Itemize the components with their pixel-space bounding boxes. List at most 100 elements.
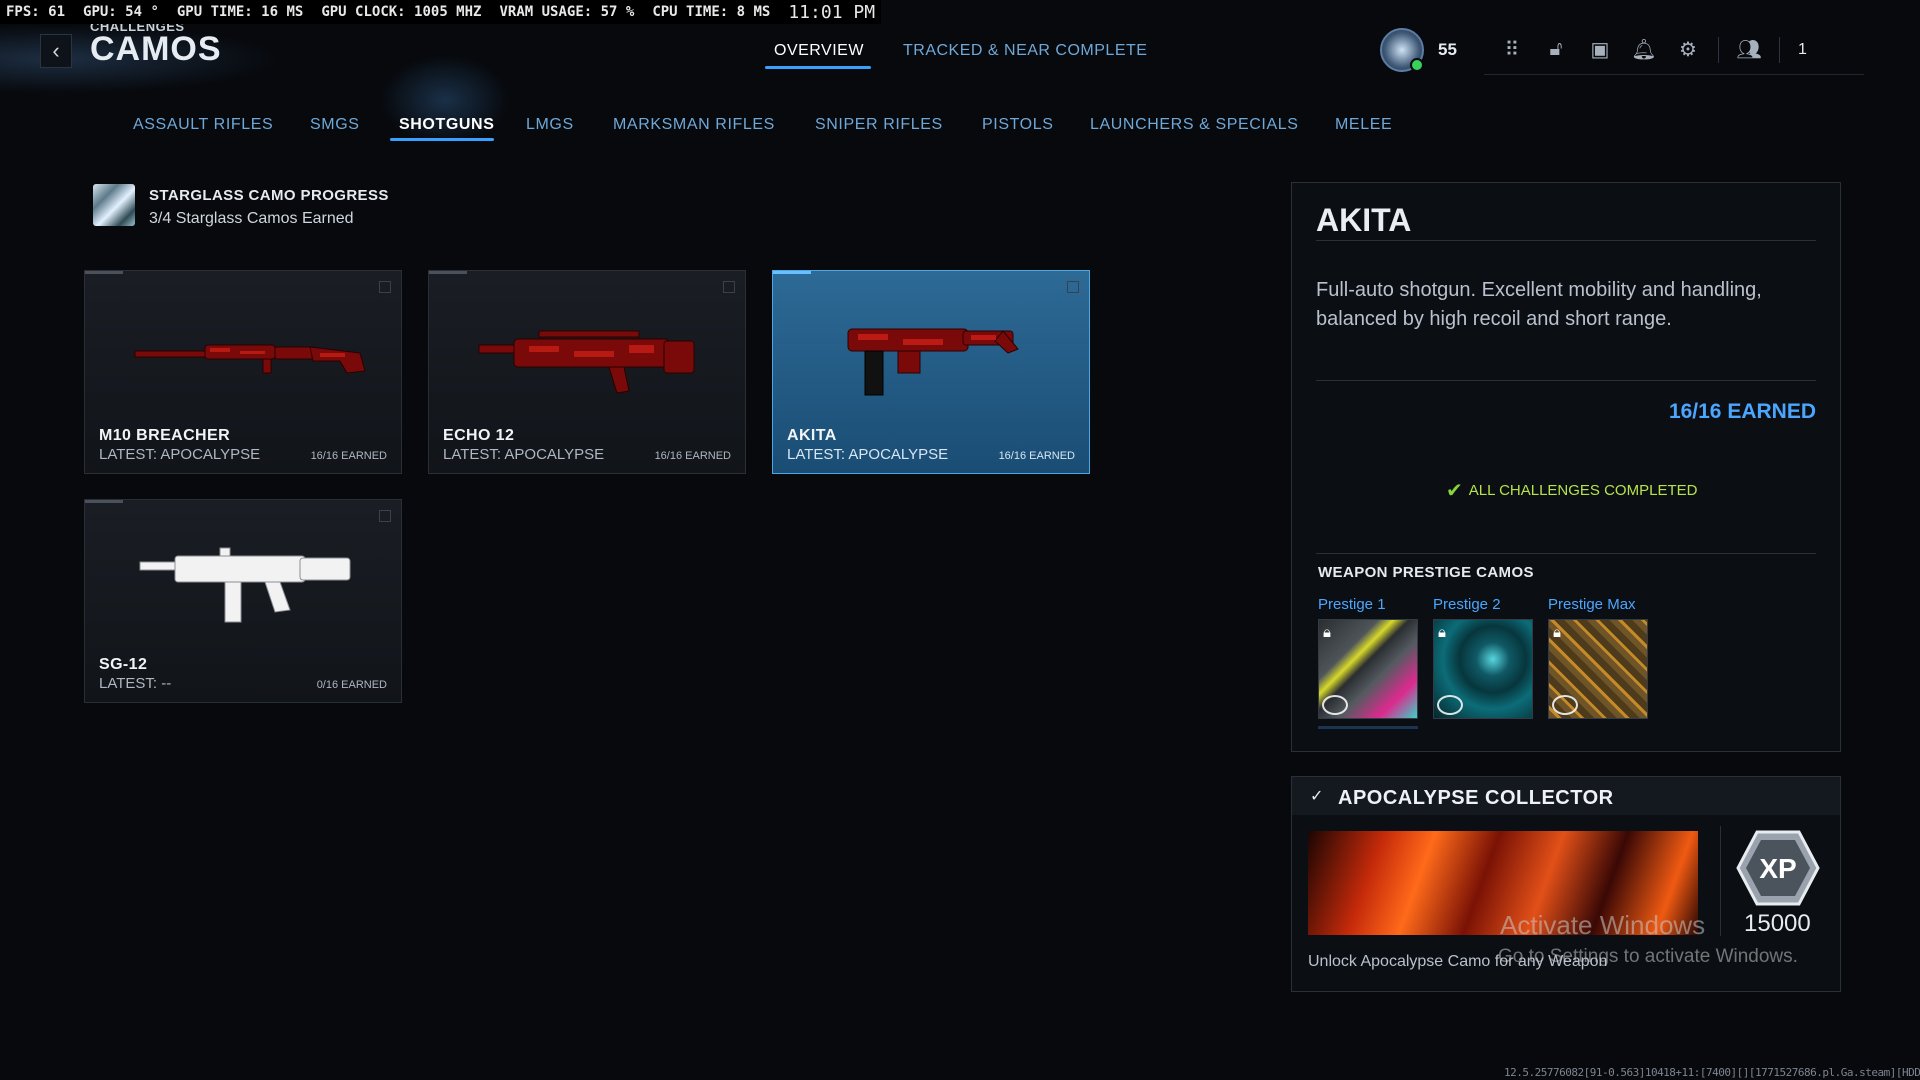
tab-tracked-near-complete[interactable]: TRACKED & NEAR COMPLETE (903, 42, 1147, 60)
category-tab-assault-rifles[interactable]: ASSAULT RIFLES (133, 116, 273, 134)
prestige-2-label: Prestige 2 (1433, 596, 1501, 613)
prestige-2-camo[interactable]: 🔒︎ (1433, 619, 1533, 719)
weapon-card-akita[interactable]: AKITA LATEST: APOCALYPSE 16/16 EARNED (772, 270, 1090, 474)
prestige-1-label: Prestige 1 (1318, 596, 1386, 613)
starglass-camo-icon (93, 184, 135, 226)
player-level: 55 (1438, 40, 1457, 59)
gpu-temp-readout: GPU: 54 ° (83, 4, 159, 20)
fps-readout: FPS: 61 (6, 4, 66, 20)
starglass-progress: 3/4 Starglass Camos Earned (149, 210, 354, 227)
cpu-time-readout: CPU TIME: 8 MS (652, 4, 771, 20)
card-corner-icon (379, 281, 391, 293)
header-icon-strip: ⠿ 🔓︎ ▣ 🔔︎ ⚙ 👥︎ 1 (1484, 26, 1864, 75)
card-corner-icon (1067, 281, 1079, 293)
weapon-earned: 16/16 EARNED (998, 450, 1075, 462)
weapon-card-sg-12[interactable]: SG-12 LATEST: -- 0/16 EARNED (84, 499, 402, 703)
detail-weapon-name: AKITA (1316, 202, 1412, 238)
checkmark-icon: ✓ (1310, 788, 1324, 805)
detail-description: Full-auto shotgun. Excellent mobility an… (1316, 279, 1762, 330)
card-progress-line (429, 271, 467, 274)
card-progress-line (85, 271, 123, 274)
prestige-progress-bar (1318, 726, 1418, 729)
activate-windows-hint: Go to Settings to activate Windows. (1498, 946, 1798, 967)
build-version: 12.5.25776082[91-0.563]10418+11:[7400][]… (1504, 1066, 1920, 1079)
collector-title: APOCALYPSE COLLECTOR (1338, 787, 1614, 809)
card-corner-icon (723, 281, 735, 293)
camera-icon[interactable]: ▣ (1578, 37, 1622, 62)
challenges-status-label: ALL CHALLENGES COMPLETED (1468, 482, 1698, 499)
category-tab-pistols[interactable]: PISTOLS (982, 116, 1054, 134)
weapon-earned: 16/16 EARNED (654, 450, 731, 462)
prestige-1-camo[interactable]: 🔒︎ (1318, 619, 1418, 719)
card-corner-icon (379, 510, 391, 522)
weapon-earned: 16/16 EARNED (310, 450, 387, 462)
prestige-badge-icon (1322, 695, 1348, 715)
detail-earned: 16/16 EARNED (1668, 400, 1816, 423)
vram-readout: VRAM USAGE: 57 % (499, 4, 635, 20)
page-title: CAMOS (90, 30, 222, 68)
gpu-clock-readout: GPU CLOCK: 1005 MHZ (321, 4, 482, 20)
lock-icon: 🔒︎ (1553, 624, 1561, 641)
party-count: 1 (1798, 40, 1807, 58)
checkmark-icon: ✔ (1446, 480, 1463, 502)
bell-icon[interactable]: 🔔︎ (1622, 37, 1666, 62)
header-toolbar: 55 ⠿ 🔓︎ ▣ 🔔︎ ⚙ 👥︎ 1 (1380, 26, 1864, 75)
tab-overview-indicator (765, 66, 871, 69)
card-progress-line (773, 271, 811, 274)
category-tab-lmgs[interactable]: LMGS (526, 116, 574, 134)
weapon-latest-camo: LATEST: -- (99, 675, 172, 692)
prestige-max-label: Prestige Max (1548, 596, 1636, 613)
weapon-card-m10-breacher[interactable]: M10 BREACHER LATEST: APOCALYPSE 16/16 EA… (84, 270, 402, 474)
card-progress-line (85, 500, 123, 503)
echo-12-image (478, 330, 695, 394)
weapon-name: M10 BREACHER (99, 427, 231, 444)
xp-reward-amount: 15000 (1744, 910, 1811, 937)
weapon-name: SG-12 (99, 656, 148, 673)
lock-icon: 🔒︎ (1323, 624, 1331, 641)
divider (1316, 240, 1816, 241)
party-icon[interactable]: 👥︎ (1727, 37, 1771, 62)
gpu-time-readout: GPU TIME: 16 MS (176, 4, 304, 20)
toolbar-divider (1718, 36, 1719, 63)
chevron-left-icon: ‹ (52, 38, 60, 63)
lock-icon: 🔒︎ (1438, 624, 1446, 641)
back-button[interactable]: ‹ (40, 34, 72, 68)
weapon-name: ECHO 12 (443, 427, 515, 444)
tab-overview[interactable]: OVERVIEW (774, 42, 864, 60)
toolbar-divider (1779, 36, 1780, 63)
xp-badge-icon: XP (1736, 830, 1820, 906)
gear-icon[interactable]: ⚙ (1666, 37, 1710, 62)
player-avatar[interactable] (1380, 28, 1424, 72)
prestige-camos-title: WEAPON PRESTIGE CAMOS (1318, 564, 1534, 581)
divider (1316, 380, 1816, 381)
weapon-latest-camo: LATEST: APOCALYPSE (99, 446, 261, 463)
xp-label: XP (1759, 853, 1796, 884)
category-tab-melee[interactable]: MELEE (1335, 116, 1392, 134)
category-tab-marksman-rifles[interactable]: MARKSMAN RIFLES (613, 116, 775, 134)
weapon-earned: 0/16 EARNED (316, 679, 387, 691)
prestige-badge-icon (1437, 695, 1463, 715)
divider (1720, 826, 1721, 936)
clock: 11:01 PM (788, 1, 876, 23)
weapon-latest-camo: LATEST: APOCALYPSE (787, 446, 949, 463)
activate-windows-watermark: Activate Windows (1500, 910, 1706, 940)
akita-image (847, 328, 1019, 396)
weapon-latest-camo: LATEST: APOCALYPSE (443, 446, 605, 463)
prestige-max-camo[interactable]: 🔒︎ (1548, 619, 1648, 719)
weapon-card-echo-12[interactable]: ECHO 12 LATEST: APOCALYPSE 16/16 EARNED (428, 270, 746, 474)
weapon-name: AKITA (787, 427, 837, 444)
prestige-badge-icon (1552, 695, 1578, 715)
category-active-indicator (390, 138, 494, 141)
m10-breacher-image (134, 344, 366, 374)
performance-overlay: FPS: 61 GPU: 54 ° GPU TIME: 16 MS GPU CL… (0, 0, 882, 24)
online-status-dot (1410, 58, 1424, 72)
unlock-icon[interactable]: 🔓︎ (1534, 38, 1578, 61)
category-tab-sniper-rifles[interactable]: SNIPER RIFLES (815, 116, 943, 134)
category-tab-shotguns[interactable]: SHOTGUNS (399, 116, 494, 134)
category-tab-launchers-specials[interactable]: LAUNCHERS & SPECIALS (1090, 116, 1299, 134)
challenges-status: ✔ ALL CHALLENGES COMPLETED (1446, 478, 1697, 503)
category-tab-smgs[interactable]: SMGS (310, 116, 360, 134)
sg-12-image (139, 547, 351, 623)
divider (1316, 553, 1816, 554)
grid-icon[interactable]: ⠿ (1490, 37, 1534, 62)
